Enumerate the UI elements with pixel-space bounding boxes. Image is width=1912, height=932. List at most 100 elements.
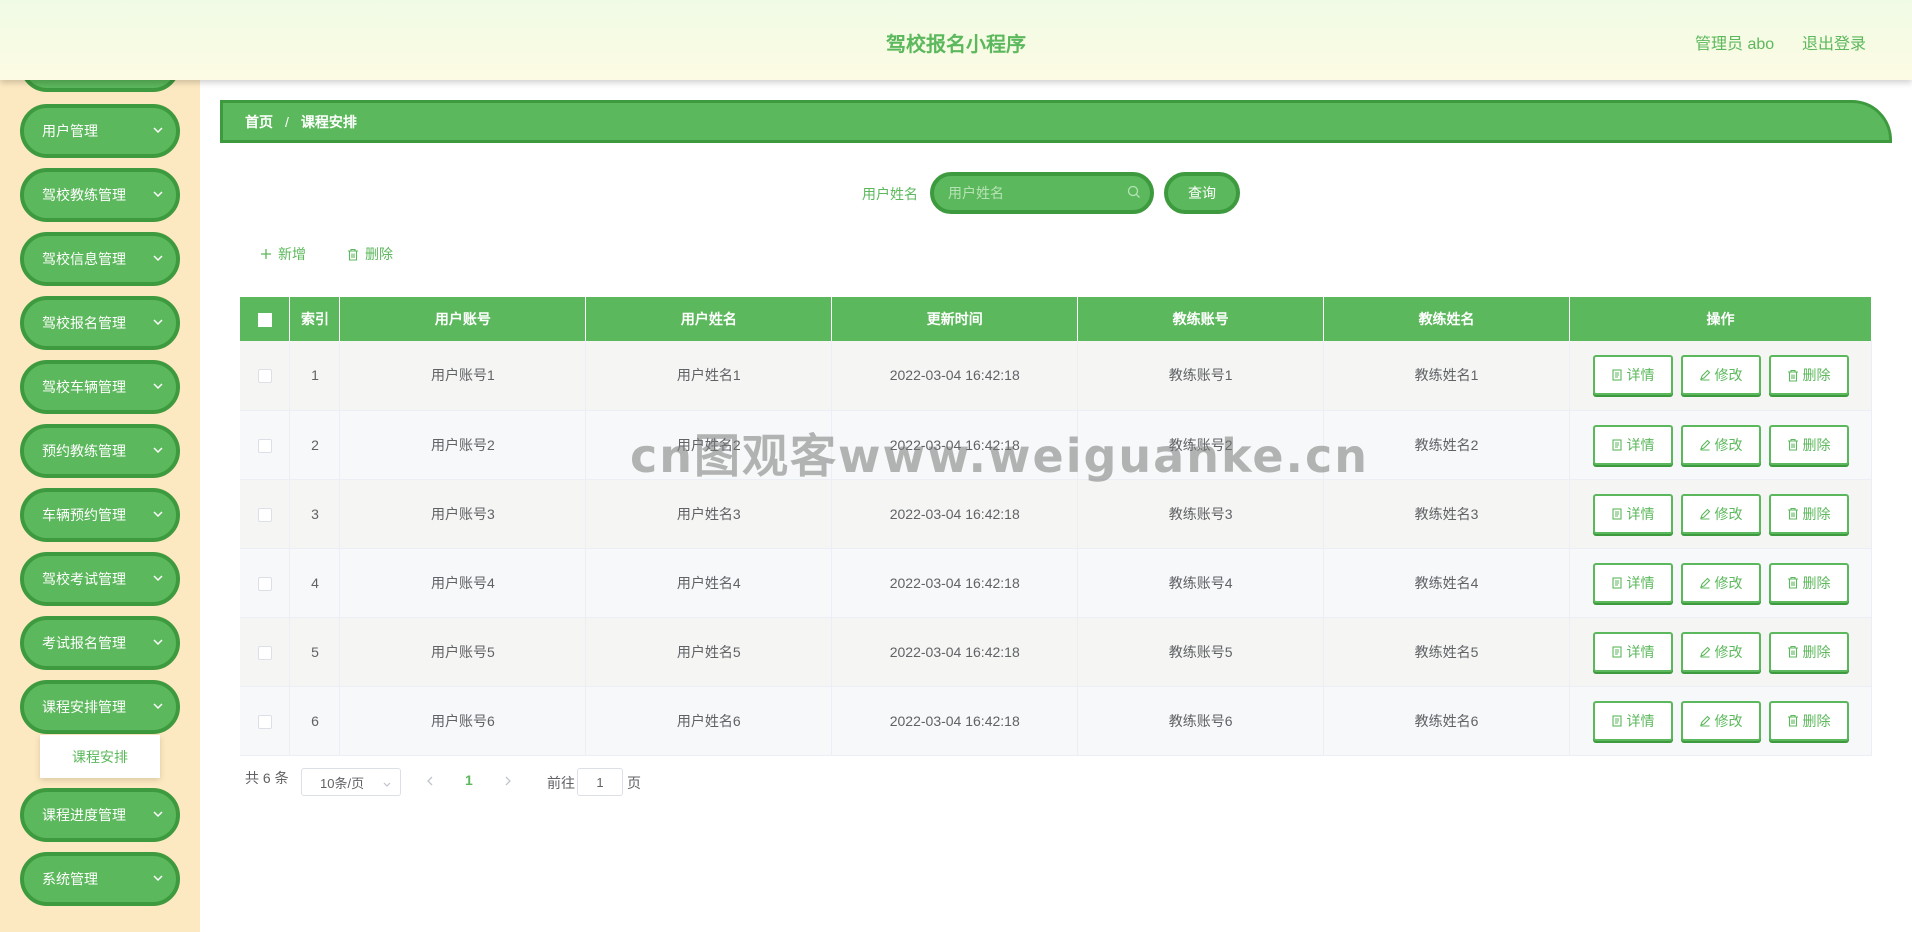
detail-button[interactable]: 详情 bbox=[1592, 355, 1673, 396]
sidebar-item-registration[interactable]: 驾校报名管理 bbox=[20, 296, 180, 350]
submenu-item-course-schedule[interactable]: 课程安排 bbox=[40, 735, 160, 778]
delete-button[interactable]: 删除 bbox=[1768, 493, 1849, 534]
row-select-cell[interactable] bbox=[240, 686, 291, 756]
sidebar-item-vehicle-booking[interactable]: 车辆预约管理 bbox=[20, 488, 180, 542]
detail-label: 详情 bbox=[1626, 643, 1655, 660]
table-row: 3 用户账号3 用户姓名3 2022-03-04 16:42:18 教练账号3 教练姓名3… bbox=[240, 479, 1872, 549]
cell-coach-account: 教练账号6 bbox=[1077, 686, 1325, 756]
column-header: 教练姓名 bbox=[1323, 297, 1571, 341]
add-button-label: 新增 bbox=[278, 246, 306, 262]
pencil-icon bbox=[1699, 369, 1711, 381]
sidebar-item-exam-registration[interactable]: 考试报名管理 bbox=[20, 616, 180, 670]
trash-icon bbox=[347, 248, 359, 261]
row-select-cell[interactable] bbox=[240, 617, 291, 687]
query-button[interactable]: 查询 bbox=[1164, 172, 1240, 214]
select-all-cell[interactable] bbox=[240, 297, 291, 341]
cell-index: 2 bbox=[289, 410, 341, 480]
delete-button[interactable]: 删除 bbox=[1768, 631, 1849, 672]
cell-coach-name: 教练姓名5 bbox=[1323, 617, 1571, 687]
select-all-checkbox[interactable] bbox=[257, 313, 272, 328]
delete-button[interactable]: 删除 bbox=[1768, 355, 1849, 396]
row-checkbox[interactable] bbox=[257, 507, 272, 522]
detail-label: 详情 bbox=[1626, 367, 1655, 384]
table-row: 5 用户账号5 用户姓名5 2022-03-04 16:42:18 教练账号5 教练姓名5… bbox=[240, 617, 1872, 687]
actions-cell: 详情 修改 删除 bbox=[1569, 686, 1872, 756]
cell-index: 6 bbox=[289, 686, 341, 756]
cell-coach-account: 教练账号4 bbox=[1077, 548, 1325, 618]
goto-label: 前往 bbox=[547, 775, 575, 791]
delete-button[interactable]: 删除 bbox=[1768, 424, 1849, 465]
detail-label: 详情 bbox=[1626, 712, 1655, 729]
plus-icon bbox=[260, 248, 272, 260]
delete-button[interactable]: 删除 bbox=[1768, 700, 1849, 741]
pagination-total: 共 6 条 bbox=[245, 770, 289, 786]
table-row: 6 用户账号6 用户姓名6 2022-03-04 16:42:18 教练账号6 教练姓名6… bbox=[240, 686, 1872, 756]
detail-label: 详情 bbox=[1626, 574, 1655, 591]
delete-button[interactable]: 删除 bbox=[1768, 562, 1849, 603]
cell-user-account: 用户账号6 bbox=[339, 686, 587, 756]
chevron-down-icon bbox=[150, 570, 166, 586]
pencil-icon bbox=[1699, 646, 1711, 658]
cell-updated: 2022-03-04 16:42:18 bbox=[831, 686, 1079, 756]
sidebar-item-user-management[interactable]: 用户管理 bbox=[20, 104, 180, 158]
detail-button[interactable]: 详情 bbox=[1592, 493, 1673, 534]
row-select-cell[interactable] bbox=[240, 479, 291, 549]
sidebar-item-coach-booking[interactable]: 预约教练管理 bbox=[20, 424, 180, 478]
sidebar-item-school-info[interactable]: 驾校信息管理 bbox=[20, 232, 180, 286]
cell-coach-name: 教练姓名1 bbox=[1323, 341, 1571, 411]
sidebar-item-course-progress[interactable]: 课程进度管理 bbox=[20, 788, 180, 842]
row-select-cell[interactable] bbox=[240, 410, 291, 480]
detail-button[interactable]: 详情 bbox=[1592, 700, 1673, 741]
document-icon bbox=[1611, 576, 1623, 589]
detail-button[interactable]: 详情 bbox=[1592, 424, 1673, 465]
row-checkbox[interactable] bbox=[257, 576, 272, 591]
row-checkbox[interactable] bbox=[257, 438, 272, 453]
add-button[interactable]: 新增 bbox=[260, 244, 306, 264]
actions-cell: 详情 修改 删除 bbox=[1569, 341, 1872, 411]
edit-button[interactable]: 修改 bbox=[1680, 355, 1761, 396]
page-size-select[interactable]: 10条/页 bbox=[301, 768, 401, 796]
table-row: 4 用户账号4 用户姓名4 2022-03-04 16:42:18 教练账号4 教练姓名4… bbox=[240, 548, 1872, 618]
cell-coach-account: 教练账号5 bbox=[1077, 617, 1325, 687]
delete-label: 删除 bbox=[1802, 712, 1831, 729]
delete-label: 删除 bbox=[1802, 643, 1831, 660]
prev-page-icon[interactable] bbox=[425, 774, 435, 790]
sidebar-item-coach-management[interactable]: 驾校教练管理 bbox=[20, 168, 180, 222]
row-checkbox[interactable] bbox=[257, 645, 272, 660]
row-checkbox[interactable] bbox=[257, 714, 272, 729]
sidebar-item-exams[interactable]: 驾校考试管理 bbox=[20, 552, 180, 606]
search-input[interactable] bbox=[948, 182, 1118, 204]
sidebar-item-course-schedule[interactable]: 课程安排管理 bbox=[20, 680, 180, 734]
pencil-icon bbox=[1699, 439, 1711, 451]
detail-button[interactable]: 详情 bbox=[1592, 562, 1673, 603]
table-header-row: 索引 用户账号 用户姓名 更新时间 教练账号 教练姓名 操作 bbox=[240, 297, 1872, 341]
breadcrumb-home[interactable]: 首页 bbox=[245, 112, 273, 132]
edit-button[interactable]: 修改 bbox=[1680, 424, 1761, 465]
page-suffix-label: 页 bbox=[627, 775, 641, 791]
page-number-current[interactable]: 1 bbox=[465, 772, 473, 788]
edit-button[interactable]: 修改 bbox=[1680, 631, 1761, 672]
search-field[interactable] bbox=[930, 172, 1154, 214]
edit-label: 修改 bbox=[1714, 367, 1743, 384]
goto-page-input[interactable] bbox=[577, 768, 623, 796]
edit-button[interactable]: 修改 bbox=[1680, 562, 1761, 603]
edit-button[interactable]: 修改 bbox=[1680, 700, 1761, 741]
column-header: 用户姓名 bbox=[585, 297, 833, 341]
row-select-cell[interactable] bbox=[240, 548, 291, 618]
batch-delete-button[interactable]: 删除 bbox=[347, 244, 393, 264]
column-header: 更新时间 bbox=[831, 297, 1079, 341]
sidebar-item-system[interactable]: 系统管理 bbox=[20, 852, 180, 906]
next-page-icon[interactable] bbox=[503, 774, 513, 790]
cell-coach-account: 教练账号3 bbox=[1077, 479, 1325, 549]
edit-button[interactable]: 修改 bbox=[1680, 493, 1761, 534]
cell-coach-name: 教练姓名4 bbox=[1323, 548, 1571, 618]
logout-link[interactable]: 退出登录 bbox=[1802, 30, 1866, 54]
detail-button[interactable]: 详情 bbox=[1592, 631, 1673, 672]
row-select-cell[interactable] bbox=[240, 341, 291, 411]
row-checkbox[interactable] bbox=[257, 369, 272, 384]
actions-cell: 详情 修改 删除 bbox=[1569, 548, 1872, 618]
edit-label: 修改 bbox=[1714, 712, 1743, 729]
cell-coach-name: 教练姓名6 bbox=[1323, 686, 1571, 756]
document-icon bbox=[1611, 507, 1623, 520]
sidebar-item-vehicles[interactable]: 驾校车辆管理 bbox=[20, 360, 180, 414]
